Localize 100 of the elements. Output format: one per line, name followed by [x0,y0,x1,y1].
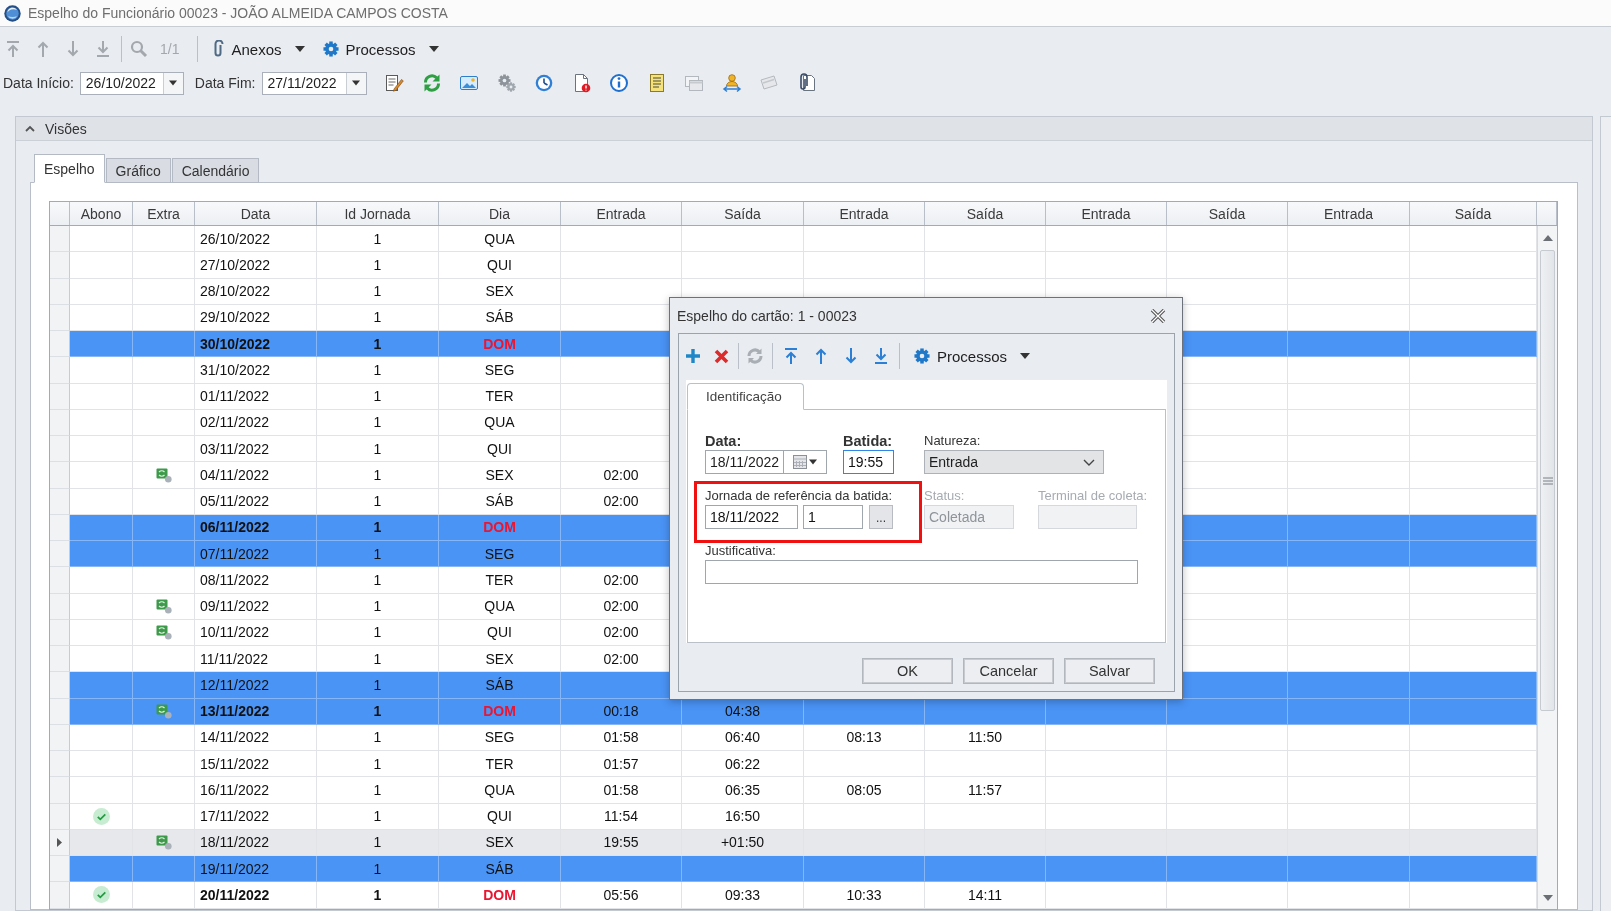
table-cell: 1 [373,283,382,300]
table-cell: 02:00 [603,571,639,588]
table-cell: SEG [484,361,515,378]
table-cell: 02:00 [603,493,639,510]
table-cell: 11:54 [604,808,638,825]
table-cell: QUA [484,598,515,615]
table-cell: 1 [373,256,382,273]
table-cell: 02:00 [603,624,639,641]
table-cell: TER [485,388,514,405]
filter-label: Data Início: [3,75,74,91]
table-cell: QUI [487,440,512,457]
table-cell: 08:05 [846,781,882,798]
field-label: Terminal de coleta: [1038,488,1148,504]
table-cell: 1 [373,650,382,667]
table-cell: 19/11/2022 [200,860,270,877]
field-label: Data: [705,433,742,449]
filter-label: Data Fim: [194,75,256,91]
table-cell: 1 [373,361,382,378]
table-cell: 02:00 [603,650,639,667]
table-cell: 1 [373,676,382,693]
table-cell: DOM [483,703,516,720]
table-cell: SÁB [485,676,514,693]
table-cell: 1 [373,335,382,352]
table-cell: 01/11/2022 [200,388,270,405]
field-label: Batida: [843,433,893,449]
table-cell: 1 [373,808,382,825]
table-cell: DOM [483,886,516,903]
table-cell: 30/10/2022 [200,335,271,352]
table-cell: 00:18 [603,703,639,720]
table-cell: 01:57 [603,755,639,772]
table-cell: 1 [373,703,382,720]
table-cell: 11:57 [968,781,1002,798]
table-cell: 02:00 [603,598,639,615]
table-cell: 14/11/2022 [200,729,270,746]
record-counter: 1/1 [160,41,180,57]
table-cell: 08/11/2022 [200,571,270,588]
table-cell: 06:40 [724,729,760,746]
table-cell: SEG [484,545,515,562]
table-cell: 19:55 [603,834,639,851]
table-cell: 1 [373,729,382,746]
table-cell: 01:58 [603,729,639,746]
table-cell: 1 [373,230,382,247]
table-cell: 10/11/2022 [200,624,270,641]
table-cell: 01:58 [603,781,639,798]
table-cell: TER [485,755,514,772]
table-cell: 06:22 [724,755,760,772]
table-cell: 29/10/2022 [200,309,271,326]
table-cell: 11:50 [968,729,1002,746]
table-cell: 10:33 [846,886,882,903]
field-label: Natureza: [924,433,981,449]
table-cell: 04:38 [724,703,760,720]
window-title: Espelho do Funcionário 00023 - JOÃO ALMEIDA CAMPOS COSTA [28,5,448,21]
table-cell: SEX [485,466,514,483]
table-cell: 09:33 [724,886,760,903]
table-cell: 02/11/2022 [200,414,270,431]
table-cell: 09/11/2022 [200,598,270,615]
table-cell: 1 [373,414,382,431]
table-cell: SEX [485,834,514,851]
table-cell: 20/11/2022 [200,886,270,903]
table-cell: QUA [484,781,515,798]
table-cell: 14:11 [968,886,1002,903]
table-cell: 1 [373,519,382,536]
field-label: Justificativa: [705,543,776,559]
table-cell: SÁB [485,309,514,326]
dialog-title: Espelho do cartão: 1 - 00023 [677,307,857,324]
table-cell: 03/11/2022 [200,440,270,457]
table-cell: 31/10/2022 [200,361,271,378]
table-cell: 28/10/2022 [200,283,271,300]
table-cell: 1 [373,598,382,615]
table-cell: 12/11/2022 [200,676,270,693]
table-cell: 1 [373,624,382,641]
table-cell: 04/11/2022 [200,466,270,483]
table-cell: 1 [373,781,382,798]
table-cell: QUA [484,414,515,431]
table-cell: DOM [483,519,516,536]
table-cell: 27/10/2022 [200,256,271,273]
table-cell: 07/11/2022 [200,545,270,562]
table-cell: 05/11/2022 [200,493,270,510]
table-cell: 1 [373,466,382,483]
table-cell: QUI [487,624,512,641]
table-cell: 1 [373,834,382,851]
table-cell: 08:13 [846,729,882,746]
table-cell: QUA [484,230,515,247]
table-cell: 1 [373,309,382,326]
table-cell: 1 [373,388,382,405]
table-cell: +01:50 [720,834,765,851]
table-cell: 1 [373,755,382,772]
table-cell: 02:00 [603,466,639,483]
table-cell: 26/10/2022 [200,230,271,247]
table-cell: QUI [487,808,512,825]
field-label: Jornada de referência da batida: [705,488,893,504]
table-cell: 15/11/2022 [200,755,270,772]
field-label: Status: [924,488,965,504]
table-cell: QUI [487,256,512,273]
table-cell: 1 [373,860,382,877]
table-cell: 06:35 [724,781,760,798]
table-cell: 06/11/2022 [200,519,270,536]
table-cell: SÁB [485,860,514,877]
table-cell: SEX [485,650,514,667]
table-cell: 05:56 [603,886,639,903]
